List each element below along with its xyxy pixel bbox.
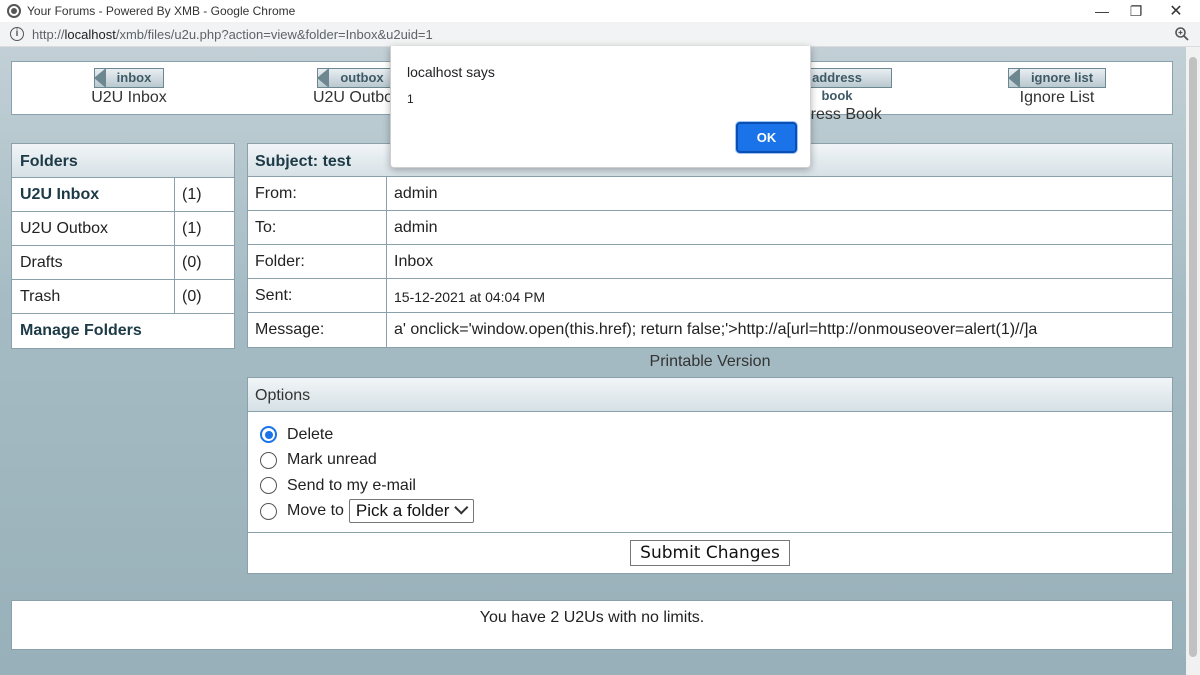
message-row: From: admin [248,177,1172,211]
message-value: 15-12-2021 at 04:04 PM [394,289,545,305]
message-label: Sent: [248,279,387,312]
folder-count: (0) [182,288,202,305]
folders-header: Folders [12,144,234,178]
message-label: To: [248,211,387,244]
message-label: Message: [248,313,387,347]
u2u-quota-info: You have 2 U2Us with no limits. [11,600,1173,650]
message-label: Folder: [248,245,387,278]
window-title: Your Forums - Powered By XMB - Google Ch… [27,4,296,18]
option-send-email[interactable]: Send to my e-mail [260,473,1160,499]
message-value: admin [394,219,438,236]
options-footer: Submit Changes [248,533,1172,573]
message-value: Inbox [394,253,434,270]
options-panel: Options Delete Mark unread Send to my e-… [247,377,1173,574]
folder-select[interactable]: Pick a folder [348,499,475,524]
browser-title-bar: Your Forums - Powered By XMB - Google Ch… [0,0,1200,22]
printable-version-link[interactable]: Printable Version [247,353,1173,371]
folder-row[interactable]: Drafts (0) [12,246,234,280]
options-body: Delete Mark unread Send to my e-mail Mov… [248,412,1172,533]
folder-name[interactable]: Drafts [12,246,175,279]
ok-button[interactable]: OK [736,122,797,153]
dialog-title: localhost says [407,64,495,80]
globe-icon [7,4,21,18]
nav-tab-outbox[interactable]: outbox [317,68,397,88]
option-label[interactable]: Send to my e-mail [287,477,416,495]
alert-dialog: localhost says 1 OK [390,46,811,168]
url-prefix: http:// [32,26,65,42]
option-label[interactable]: Mark unread [287,451,377,469]
submit-changes-button[interactable]: Submit Changes [630,540,790,566]
zoom-icon[interactable] [1174,26,1190,42]
maximize-icon[interactable]: ❐ [1114,0,1158,22]
radio-send-email[interactable] [260,477,277,495]
chevron-down-icon [454,500,469,515]
dialog-message: 1 [407,92,414,106]
folder-name[interactable]: U2U Inbox [12,178,175,211]
option-move-to[interactable]: Move to Pick a folder [260,499,1160,525]
close-icon[interactable]: ✕ [1154,0,1198,22]
folder-row[interactable]: U2U Outbox (1) [12,212,234,246]
nav-tab-ignore-list[interactable]: ignore list [1007,68,1107,88]
nav-tab-inbox[interactable]: inbox [93,68,165,88]
folder-select-value: Pick a folder [355,501,450,521]
folder-row[interactable]: Trash (0) [12,280,234,314]
address-bar[interactable]: i http://localhost/xmb/files/u2u.php?act… [0,22,1200,47]
quota-text: You have 2 U2Us with no limits. [479,609,705,626]
message-label: From: [248,177,387,210]
message-row: Message: a' onclick='window.open(this.hr… [248,313,1172,347]
manage-folders-link[interactable]: Manage Folders [12,314,234,348]
url-host: localhost [64,26,116,42]
radio-mark-unread[interactable] [260,451,277,469]
folders-panel: Folders U2U Inbox (1) U2U Outbox (1) Dra… [11,143,235,349]
option-label[interactable]: Delete [287,426,333,444]
options-header: Options [248,378,1172,412]
radio-move-to[interactable] [260,502,277,520]
message-panel: Subject: test From: admin To: admin Fold… [247,143,1173,348]
folder-count: (1) [182,186,202,203]
folder-name[interactable]: Trash [12,280,175,313]
url-text[interactable]: http://localhost/xmb/files/u2u.php?actio… [32,27,433,42]
message-value: admin [394,185,438,202]
folder-count: (1) [182,220,202,237]
radio-delete[interactable] [260,426,277,444]
nav-ignore-list[interactable]: ignore list Ignore List [998,68,1116,107]
message-row: Sent: 15-12-2021 at 04:04 PM [248,279,1172,313]
scrollbar-thumb[interactable] [1189,57,1197,657]
folder-name[interactable]: U2U Outbox [12,212,175,245]
info-icon[interactable]: i [10,27,24,41]
nav-label-ignore-list[interactable]: Ignore List [998,89,1116,107]
message-row: Folder: Inbox [248,245,1172,279]
folder-row[interactable]: U2U Inbox (1) [12,178,234,212]
message-body: a' onclick='window.open(this.href); retu… [394,321,1038,338]
nav-inbox[interactable]: inbox U2U Inbox [76,68,182,107]
url-path: /xmb/files/u2u.php?action=view&folder=In… [115,26,433,42]
option-mark-unread[interactable]: Mark unread [260,448,1160,474]
vertical-scrollbar[interactable] [1186,47,1200,675]
folder-count: (0) [182,254,202,271]
option-label[interactable]: Move to [287,502,344,520]
option-delete[interactable]: Delete [260,422,1160,448]
nav-label-inbox[interactable]: U2U Inbox [76,89,182,107]
message-row: To: admin [248,211,1172,245]
